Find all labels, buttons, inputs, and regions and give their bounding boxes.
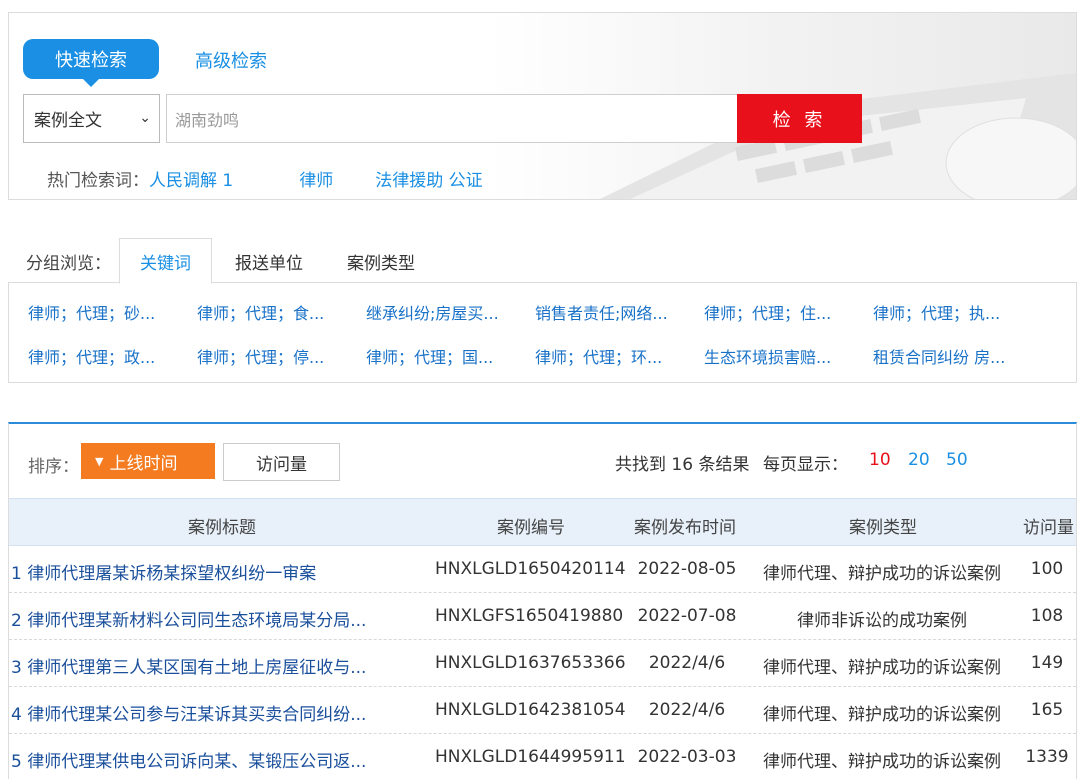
hot-search-terms: 热门检索词： 人民调解 1 律师 法律援助 公证 xyxy=(47,166,483,191)
hot-term-3[interactable]: 法律援助 公证 xyxy=(375,166,482,191)
chevron-down-icon: ⌄ xyxy=(139,110,151,126)
row-date: 2022-08-05 xyxy=(637,559,737,579)
hot-term-2[interactable]: 律师 xyxy=(299,166,333,191)
tab-advanced-search[interactable]: 高级检索 xyxy=(195,47,267,73)
group-browse-panel: 分组浏览： 关键词 报送单位 案例类型 律师；代理；砂... 律师；代理；食..… xyxy=(8,237,1077,383)
row-code: HNXLGLD1637653366 xyxy=(435,653,626,673)
tab-quick-search-label: 快速检索 xyxy=(55,50,127,71)
results-panel: 排序： ▼ 上线时间 访问量 共找到 16 条结果 每页显示： 10 20 50… xyxy=(8,422,1077,779)
row-date: 2022/4/6 xyxy=(648,653,726,673)
keyword-item[interactable]: 继承纠纷;房屋买... xyxy=(366,300,499,324)
tab-case-type[interactable]: 案例类型 xyxy=(347,249,415,274)
row-views: 108 xyxy=(1030,606,1064,626)
row-code: HNXLGLD1650420114 xyxy=(435,559,626,579)
per-page-label: 每页显示： xyxy=(763,455,848,475)
row-views: 165 xyxy=(1030,700,1064,720)
row-title-link[interactable]: 4 律师代理某公司参与汪某诉其买卖合同纠纷... xyxy=(11,700,366,725)
hot-search-label: 热门检索词： xyxy=(47,171,149,191)
keyword-item[interactable]: 律师；代理；砂... xyxy=(28,300,155,324)
keyword-item[interactable]: 生态环境损害赔... xyxy=(704,344,831,368)
row-type: 律师非诉讼的成功案例 xyxy=(797,611,967,631)
row-title-link[interactable]: 3 律师代理第三人某区国有土地上房屋征收与... xyxy=(11,653,366,678)
row-code: HNXLGLD1642381054 xyxy=(435,700,626,720)
sort-by-time-button[interactable]: ▼ 上线时间 xyxy=(81,443,215,479)
table-row[interactable]: 3 律师代理第三人某区国有土地上房屋征收与... HNXLGLD16376533… xyxy=(9,640,1076,687)
table-row[interactable]: 4 律师代理某公司参与汪某诉其买卖合同纠纷... HNXLGLD16423810… xyxy=(9,687,1076,734)
sort-by-visits-button[interactable]: 访问量 xyxy=(223,443,340,481)
row-type: 律师代理、辩护成功的诉讼案例 xyxy=(763,752,1001,772)
result-count: 共找到 16 条结果 xyxy=(615,455,750,475)
row-date: 2022/4/6 xyxy=(648,700,726,720)
row-views: 149 xyxy=(1030,653,1064,673)
keyword-item[interactable]: 租赁合同纠纷 房... xyxy=(873,344,1005,368)
row-type: 律师代理、辩护成功的诉讼案例 xyxy=(763,658,1001,678)
search-button[interactable]: 检 索 xyxy=(737,94,862,143)
row-views: 100 xyxy=(1030,559,1064,579)
search-query-text: 湖南劲鸣 xyxy=(175,110,240,130)
row-code: HNXLGFS1650419880 xyxy=(435,606,624,626)
table-row[interactable]: 2 律师代理某新材料公司同生态环境局某分局... HNXLGFS16504198… xyxy=(9,593,1076,640)
tab-reporting-unit[interactable]: 报送单位 xyxy=(235,249,303,274)
search-panel: 快速检索 高级检索 案例全文 ⌄ 湖南劲鸣 检 索 热门检索词： 人民调解 1 … xyxy=(8,12,1077,200)
sort-label: 排序： xyxy=(28,457,79,477)
col-visits: 访问量 xyxy=(1023,518,1074,538)
row-type: 律师代理、辩护成功的诉讼案例 xyxy=(763,564,1001,584)
keyword-item[interactable]: 律师；代理；政... xyxy=(28,344,155,368)
keyword-list: 律师；代理；砂... 律师；代理；食... 继承纠纷;房屋买... 销售者责任;… xyxy=(8,282,1077,383)
row-title-link[interactable]: 1 律师代理屠某诉杨某探望权纠纷一审案 xyxy=(11,559,316,584)
keyword-item[interactable]: 律师；代理；住... xyxy=(704,300,831,324)
row-type: 律师代理、辩护成功的诉讼案例 xyxy=(763,705,1001,725)
col-case-title: 案例标题 xyxy=(188,518,256,538)
keyword-item[interactable]: 律师；代理；环... xyxy=(535,344,662,368)
search-scope-value: 案例全文 xyxy=(34,111,102,131)
tab-keywords-label: 关键词 xyxy=(140,253,191,274)
table-row[interactable]: 1 律师代理屠某诉杨某探望权纠纷一审案 HNXLGLD1650420114 20… xyxy=(9,546,1076,593)
col-publish-date: 案例发布时间 xyxy=(634,518,736,538)
row-date: 2022-03-03 xyxy=(637,747,737,767)
col-case-code: 案例编号 xyxy=(497,518,565,538)
keyword-item[interactable]: 销售者责任;网络... xyxy=(535,300,668,324)
hot-term-1[interactable]: 人民调解 1 xyxy=(149,166,233,191)
sort-by-time-label: 上线时间 xyxy=(109,453,178,474)
table-row[interactable]: 5 律师代理某供电公司诉向某、某锻压公司返... HNXLGLD16449959… xyxy=(9,734,1076,779)
col-case-type: 案例类型 xyxy=(849,518,917,538)
tab-quick-search[interactable]: 快速检索 xyxy=(23,39,159,87)
keyword-item[interactable]: 律师；代理；国... xyxy=(366,344,493,368)
row-title-link[interactable]: 5 律师代理某供电公司诉向某、某锻压公司返... xyxy=(11,747,366,772)
search-input[interactable]: 湖南劲鸣 xyxy=(166,94,738,143)
caret-down-icon: ▼ xyxy=(95,454,104,468)
per-page-20[interactable]: 20 xyxy=(908,450,930,470)
per-page-50[interactable]: 50 xyxy=(946,450,968,470)
row-code: HNXLGLD1644995911 xyxy=(435,747,626,767)
row-title-link[interactable]: 2 律师代理某新材料公司同生态环境局某分局... xyxy=(11,606,366,631)
keyword-item[interactable]: 律师；代理；执... xyxy=(873,300,1000,324)
keyword-item[interactable]: 律师；代理；食... xyxy=(197,300,324,324)
row-date: 2022-07-08 xyxy=(637,606,737,626)
group-browse-label: 分组浏览： xyxy=(26,254,111,274)
tab-keywords[interactable]: 关键词 xyxy=(119,238,212,284)
keyword-item[interactable]: 律师；代理；停... xyxy=(197,344,324,368)
search-scope-select[interactable]: 案例全文 ⌄ xyxy=(23,94,160,143)
per-page-10[interactable]: 10 xyxy=(869,450,891,470)
results-table-header: 案例标题 案例编号 案例发布时间 案例类型 访问量 xyxy=(9,498,1076,546)
row-views: 1339 xyxy=(1025,747,1069,767)
